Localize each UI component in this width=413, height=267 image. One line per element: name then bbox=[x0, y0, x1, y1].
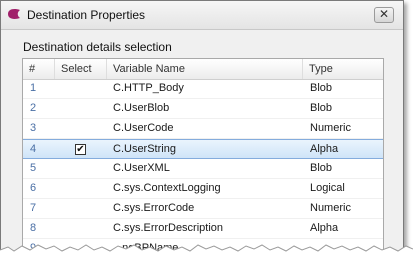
column-header-variable-name[interactable]: Variable Name bbox=[107, 59, 303, 79]
title-bar: Destination Properties ✕ bbox=[1, 1, 403, 30]
variables-table: # Select Variable Name Type 1 C.HTTP_Body… bbox=[22, 58, 384, 258]
variable-name-cell: C.UserString bbox=[113, 143, 176, 155]
table-row[interactable]: 3 C.UserCode Numeric bbox=[23, 119, 383, 139]
row-number: 2 bbox=[30, 102, 37, 114]
table-row[interactable]: 6 C.sys.ContextLogging Logical bbox=[23, 179, 383, 199]
table-row[interactable]: 1 C.HTTP_Body Blob bbox=[23, 79, 383, 99]
close-icon: ✕ bbox=[378, 7, 390, 21]
table-row[interactable]: 5 C.UserXML Blob bbox=[23, 159, 383, 179]
type-cell: Alpha bbox=[310, 143, 339, 155]
select-cell bbox=[55, 219, 107, 238]
select-cell bbox=[55, 159, 107, 178]
type-cell: Alpha bbox=[310, 222, 339, 234]
column-header-number[interactable]: # bbox=[23, 59, 55, 79]
select-checkbox[interactable]: ✔ bbox=[75, 144, 86, 155]
table-row[interactable]: 7 C.sys.ErrorCode Numeric bbox=[23, 199, 383, 219]
row-number: 7 bbox=[30, 202, 37, 214]
torn-edge bbox=[0, 244, 413, 267]
row-number: 8 bbox=[30, 222, 37, 234]
type-cell: Blob bbox=[310, 82, 333, 94]
select-cell bbox=[55, 99, 107, 118]
checkmark-icon: ✔ bbox=[76, 144, 85, 155]
type-cell: Logical bbox=[310, 182, 345, 194]
variable-name-cell: C.HTTP_Body bbox=[113, 82, 184, 94]
variable-name-cell: C.sys.ErrorCode bbox=[113, 202, 195, 214]
variable-name-cell: C.UserBlob bbox=[113, 102, 170, 114]
type-cell: Numeric bbox=[310, 202, 351, 214]
row-number: 6 bbox=[30, 182, 37, 194]
close-button[interactable]: ✕ bbox=[374, 7, 394, 23]
type-cell: Numeric bbox=[310, 122, 351, 134]
select-cell bbox=[55, 179, 107, 198]
type-cell: Blob bbox=[310, 162, 333, 174]
destination-properties-window: Destination Properties ✕ Destination det… bbox=[0, 0, 404, 259]
variable-name-cell: C.sys.ErrorDescription bbox=[113, 222, 224, 234]
table-row[interactable]: 8 C.sys.ErrorDescription Alpha bbox=[23, 219, 383, 239]
variable-name-cell: C.UserCode bbox=[113, 122, 174, 134]
table-row[interactable]: 4 ✔ C.UserString Alpha bbox=[23, 139, 383, 159]
table-row[interactable]: 2 C.UserBlob Blob bbox=[23, 99, 383, 119]
section-label: Destination details selection bbox=[23, 40, 172, 54]
row-number: 1 bbox=[30, 82, 37, 94]
select-cell bbox=[55, 199, 107, 218]
variable-name-cell: C.sys.ContextLogging bbox=[113, 182, 221, 194]
variable-name-cell: C.UserXML bbox=[113, 162, 170, 174]
type-cell: Blob bbox=[310, 102, 333, 114]
column-header-type[interactable]: Type bbox=[303, 59, 383, 79]
select-cell bbox=[55, 79, 107, 98]
row-number: 5 bbox=[30, 162, 37, 174]
column-header-select[interactable]: Select bbox=[55, 59, 107, 79]
window-title: Destination Properties bbox=[27, 8, 146, 22]
app-logo-icon bbox=[8, 9, 20, 19]
row-number: 3 bbox=[30, 122, 37, 134]
select-cell: ✔ bbox=[55, 140, 107, 159]
row-number: 4 bbox=[30, 143, 37, 155]
select-cell bbox=[55, 119, 107, 138]
table-header: # Select Variable Name Type bbox=[23, 59, 383, 80]
